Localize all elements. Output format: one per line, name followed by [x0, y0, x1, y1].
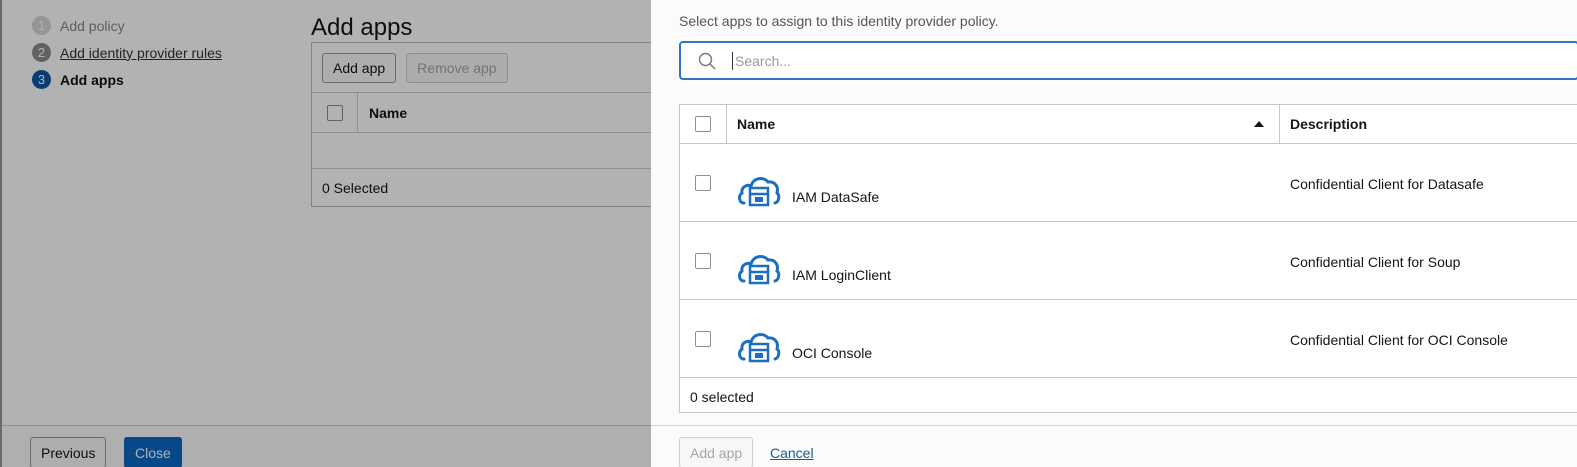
cancel-link[interactable]: Cancel — [770, 445, 814, 461]
cloud-app-icon — [738, 177, 781, 207]
name-column-header[interactable]: Name — [727, 105, 1280, 143]
table-row[interactable]: IAM DataSafe Confidential Client for Dat… — [680, 144, 1577, 222]
add-app-button: Add app — [679, 437, 754, 467]
app-name: IAM DataSafe — [792, 189, 880, 205]
selected-count: 0 selected — [690, 388, 754, 405]
search-box[interactable] — [679, 41, 1577, 80]
apps-table-header: Name Description — [680, 105, 1577, 144]
app-description: Confidential Client for Datasafe — [1290, 176, 1484, 192]
search-icon — [698, 52, 716, 69]
app-name: IAM LoginClient — [792, 267, 891, 283]
row-checkbox[interactable] — [695, 331, 711, 347]
window-edge — [0, 0, 2, 467]
search-input[interactable] — [732, 51, 1532, 70]
app-name: OCI Console — [792, 345, 873, 361]
drawer-description: Select apps to assign to this identity p… — [679, 13, 999, 29]
table-row[interactable]: IAM LoginClient Confidential Client for … — [680, 222, 1577, 300]
drawer-footer: Add app Cancel — [651, 425, 1577, 467]
modal-overlay[interactable] — [0, 0, 651, 467]
add-apps-drawer: Select apps to assign to this identity p… — [651, 0, 1577, 467]
row-checkbox[interactable] — [695, 253, 711, 269]
apps-table: Name Description IAM DataSafe Confidenti… — [679, 104, 1577, 413]
app-description: Confidential Client for Soup — [1290, 254, 1461, 270]
app-description: Confidential Client for OCI Console — [1290, 332, 1508, 348]
cloud-app-icon — [738, 255, 781, 285]
select-all-cell — [680, 105, 727, 143]
select-all-checkbox[interactable] — [695, 116, 711, 132]
name-column-label: Name — [737, 116, 776, 132]
sort-ascending-icon — [1254, 121, 1264, 127]
description-column-header[interactable]: Description — [1280, 105, 1367, 143]
table-row[interactable]: OCI Console Confidential Client for OCI … — [680, 300, 1577, 378]
row-checkbox[interactable] — [695, 175, 711, 191]
cloud-app-icon — [738, 333, 781, 363]
